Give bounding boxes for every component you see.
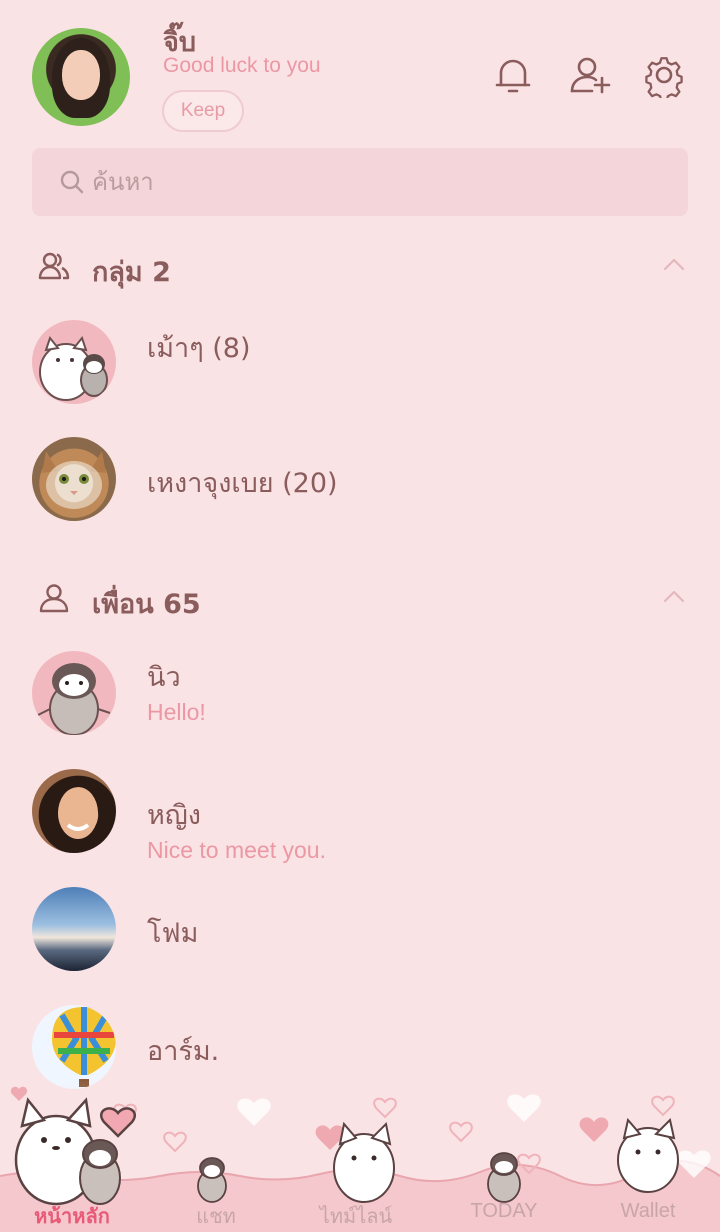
tab-today[interactable]: TODAY [444, 1200, 564, 1223]
avatar-face [62, 50, 100, 100]
group-row[interactable]: เหงาจุงเบย (20) [0, 437, 720, 547]
group-row[interactable]: เม้าๆ (8) [0, 320, 720, 430]
search-bar[interactable] [32, 148, 688, 216]
profile-status[interactable]: Good luck to you [163, 54, 321, 78]
friend-status-message: Nice to meet you. [147, 837, 326, 863]
add-friend-icon[interactable] [568, 52, 614, 98]
search-icon [58, 168, 86, 196]
group-avatar [32, 320, 116, 404]
friend-avatar [32, 887, 116, 971]
groups-section-header[interactable]: กลุ่ม 2 [0, 236, 720, 296]
friend-avatar [32, 1005, 116, 1089]
group-avatar [32, 437, 116, 521]
friend-row[interactable]: โฟม [0, 887, 720, 997]
groups-title: กลุ่ม 2 [92, 257, 171, 288]
bell-icon[interactable] [490, 52, 536, 98]
friends-title: เพื่อน 65 [92, 589, 201, 620]
group-icon [38, 250, 70, 282]
tab-timeline[interactable]: ไทม์ไลน์ [296, 1200, 416, 1232]
friend-row[interactable]: หญิง Nice to meet you. [0, 769, 720, 879]
chevron-up-icon[interactable] [660, 254, 688, 274]
friend-name: หญิง [147, 800, 201, 831]
friend-name: โฟม [147, 918, 199, 949]
profile-avatar[interactable] [32, 28, 130, 126]
search-input[interactable] [92, 148, 652, 216]
friend-row[interactable]: นิว Hello! [0, 651, 720, 761]
profile-header: จิ๊บ Good luck to you Keep [0, 0, 720, 140]
settings-gear-icon[interactable] [641, 52, 687, 102]
group-name: เม้าๆ (8) [147, 333, 251, 364]
friend-avatar [32, 769, 116, 853]
friends-section-header[interactable]: เพื่อน 65 [0, 568, 720, 628]
person-icon [38, 582, 70, 614]
group-name: เหงาจุงเบย (20) [147, 468, 338, 499]
tab-wallet[interactable]: Wallet [588, 1200, 708, 1223]
keep-button[interactable]: Keep [162, 90, 244, 132]
friend-avatar [32, 651, 116, 735]
tab-chat[interactable]: แชท [156, 1200, 276, 1232]
friend-status-message: Hello! [147, 699, 206, 725]
tab-home[interactable]: หน้าหลัก [12, 1200, 132, 1232]
friend-name: นิว [147, 662, 181, 693]
friend-name: อาร์ม. [147, 1036, 220, 1067]
chevron-up-icon[interactable] [660, 586, 688, 606]
